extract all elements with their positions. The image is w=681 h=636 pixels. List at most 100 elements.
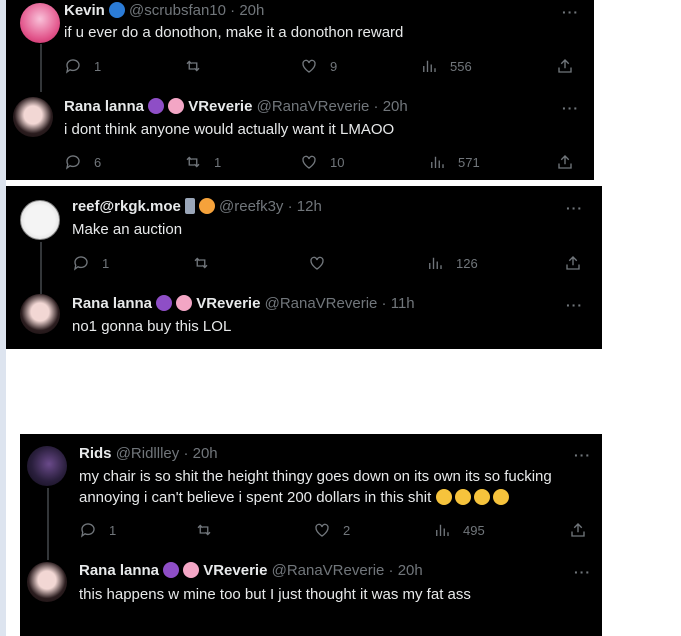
handle[interactable]: @reefk3y [219,198,283,215]
share-icon [558,59,572,73]
share-button[interactable] [569,520,587,540]
avatar[interactable] [20,200,60,240]
handle[interactable]: @RanaVReverie [257,98,370,115]
thread-line [40,242,42,294]
display-name[interactable]: Rana lanna [72,295,152,312]
repost-button[interactable] [184,56,202,76]
separator: · [183,445,189,462]
repost-count: 1 [214,154,222,170]
views-button[interactable]: 556 [420,56,472,76]
like-count: 9 [330,58,338,74]
like-icon [302,59,316,73]
tweet-header: Rids @Ridllley · 20h [79,444,218,464]
reply-button[interactable]: 1 [79,520,116,540]
crying-emoji-icon [474,489,491,505]
tweet-text-line: annoying i can't believe i spent 200 dol… [79,489,432,506]
views-button[interactable]: 495 [433,520,485,540]
avatar[interactable] [20,3,60,43]
tweet-text-line: my chair is so shit the height thingy go… [79,468,552,485]
reply-button[interactable]: 1 [72,253,109,273]
repost-button[interactable] [195,520,213,540]
display-name-suffix[interactable]: VReverie [203,562,267,579]
tweet-text: if u ever do a donothon, make it a donot… [64,24,404,41]
view-count: 571 [458,154,480,170]
timestamp[interactable]: 20h [239,2,264,19]
like-button[interactable]: 9 [300,56,337,76]
devil-emoji-icon [148,98,165,114]
views-icon [436,524,449,536]
more-icon[interactable]: ··· [574,447,591,463]
avatar[interactable] [20,294,60,334]
separator: · [373,98,379,115]
repost-icon [197,524,211,536]
like-button[interactable]: 10 [300,152,344,172]
devil-emoji-icon [156,295,173,311]
views-icon [423,60,436,72]
more-icon[interactable]: ··· [562,4,579,20]
views-button[interactable]: 126 [426,253,478,273]
tweet-text: this happens w mine too but I just thoug… [79,586,471,603]
like-button[interactable] [308,253,326,273]
like-icon [302,155,316,169]
thread-panel: reef@rkgk.moe @reefk3y · 12h ··· Make an… [6,186,602,349]
share-button[interactable] [556,152,574,172]
reply-count: 1 [102,255,110,271]
avatar[interactable] [27,446,67,486]
thread-line [40,44,42,92]
timestamp[interactable]: 12h [297,198,322,215]
reply-button[interactable]: 1 [64,56,101,76]
share-icon [571,523,585,537]
timestamp[interactable]: 20h [398,562,423,579]
thread-panel: Rids @Ridllley · 20h ··· my chair is so … [20,434,602,636]
flower-emoji-icon [176,295,193,311]
devil-emoji-icon [163,562,180,578]
share-button[interactable] [564,253,582,273]
action-bar: 1 9 556 [64,56,584,76]
views-icon [431,156,444,168]
display-name[interactable]: Rids [79,445,112,462]
handle[interactable]: @scrubsfan10 [129,2,226,19]
like-button[interactable]: 2 [313,520,350,540]
timestamp[interactable]: 11h [391,295,415,312]
view-count: 495 [463,522,485,538]
display-name[interactable]: Rana lanna [79,562,159,579]
more-icon[interactable]: ··· [566,297,583,313]
more-icon[interactable]: ··· [562,100,579,116]
tweet-header: Rana lanna VReverie @RanaVReverie · 11h [72,294,415,314]
reply-count: 1 [109,522,117,538]
view-count: 556 [450,58,472,74]
avatar[interactable] [27,562,67,602]
action-bar: 6 1 10 571 [64,152,584,172]
crying-emoji-icon [436,489,453,505]
display-name[interactable]: Rana lanna [64,98,144,115]
handle[interactable]: @RanaVReverie [272,562,385,579]
display-name-suffix[interactable]: VReverie [188,98,252,115]
reply-icon [73,256,88,271]
crying-emoji-icon [493,489,510,505]
timestamp[interactable]: 20h [193,445,218,462]
display-name-suffix[interactable]: VReverie [196,295,260,312]
reply-button[interactable]: 6 [64,152,101,172]
repost-button[interactable]: 1 [184,152,221,172]
share-icon [566,256,580,270]
more-icon[interactable]: ··· [566,200,583,216]
display-name[interactable]: Kevin [64,2,105,19]
views-icon [429,257,442,269]
share-button[interactable] [556,56,574,76]
more-icon[interactable]: ··· [574,564,591,580]
avatar[interactable] [13,97,53,137]
timestamp[interactable]: 20h [383,98,408,115]
separator: · [381,295,387,312]
display-name[interactable]: reef@rkgk.moe [72,198,181,215]
like-icon [315,523,329,537]
handle[interactable]: @Ridllley [116,445,180,462]
handle[interactable]: @RanaVReverie [265,295,378,312]
action-bar: 1 2 495 [79,520,594,540]
views-button[interactable]: 571 [428,152,480,172]
reply-icon [65,59,80,74]
brush-emoji-icon [184,198,195,214]
tweet-header: Kevin @scrubsfan10 · 20h [64,1,264,21]
separator: · [388,562,394,579]
repost-button[interactable] [192,253,210,273]
tweet-text: no1 gonna buy this LOL [72,318,232,335]
